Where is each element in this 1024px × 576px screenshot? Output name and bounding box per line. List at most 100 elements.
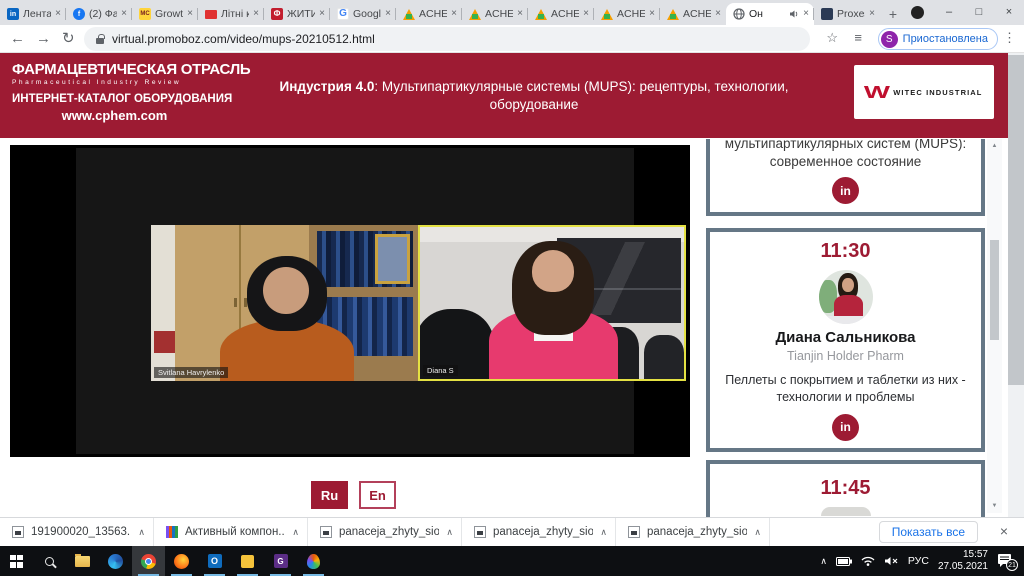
tab-close-icon[interactable]: × (869, 9, 875, 19)
chair (644, 335, 684, 379)
tab-close-icon[interactable]: × (55, 9, 61, 19)
scrollbar-thumb[interactable] (990, 240, 999, 340)
scroll-down-arrow-icon[interactable]: ▼ (987, 503, 1002, 509)
download-item[interactable]: panaceja_zhyty_sio....jpg ∧ (462, 518, 616, 546)
taskbar-clock[interactable]: 15:57 27.05.2021 (938, 549, 988, 574)
bookmark-star-icon[interactable]: ☆ (826, 30, 838, 46)
tab-close-icon[interactable]: × (715, 9, 721, 19)
sidebar-scrollbar[interactable]: ▲ ▼ (987, 139, 1002, 513)
download-menu-chevron-icon[interactable]: ∧ (754, 527, 761, 538)
outlook-button[interactable]: O (198, 546, 231, 576)
tab-close-icon[interactable]: × (649, 9, 655, 19)
participant-face (532, 250, 574, 293)
tab-lenta[interactable]: in Лента | × (0, 3, 66, 25)
download-item[interactable]: panaceja_zhyty_sio....jpg ∧ (616, 518, 770, 546)
tab-close-icon[interactable]: × (517, 9, 523, 19)
site-url[interactable]: www.cphem.com (12, 108, 217, 123)
reading-list-icon[interactable]: ≡ (854, 30, 862, 45)
window-close-button[interactable]: × (994, 0, 1024, 24)
profile-status: Приостановлена (903, 33, 988, 45)
firefox-button[interactable] (165, 546, 198, 576)
new-tab-button[interactable]: + (880, 3, 906, 25)
notes-app-button[interactable] (231, 546, 264, 576)
reload-button[interactable]: ↻ (62, 29, 75, 49)
show-all-downloads-button[interactable]: Показать все (879, 521, 978, 543)
purple-app-button[interactable]: G (264, 546, 297, 576)
tab-achema-3[interactable]: ACHEM × (528, 3, 594, 25)
tab-close-icon[interactable]: × (187, 9, 193, 19)
start-button[interactable] (0, 546, 33, 576)
linkedin-icon[interactable]: in (832, 414, 859, 441)
keyboard-language[interactable]: РУС (908, 555, 929, 567)
pharma-f-favicon: Ф (271, 8, 283, 20)
scroll-up-arrow-icon[interactable]: ▲ (987, 143, 1002, 149)
tab-achema-2[interactable]: ACHEM × (462, 3, 528, 25)
downloads-bar-close-icon[interactable]: × (1000, 523, 1008, 539)
tab-audio-icon[interactable] (789, 9, 799, 19)
tab-google[interactable]: G Google × (330, 3, 396, 25)
download-menu-chevron-icon[interactable]: ∧ (446, 527, 453, 538)
tab-growth[interactable]: MC Growth × (132, 3, 198, 25)
tab-achema-4[interactable]: ACHEM × (594, 3, 660, 25)
tab-close-icon[interactable]: × (803, 9, 809, 19)
address-bar[interactable]: virtual.promoboz.com/video/mups-20210512… (84, 27, 810, 51)
tab-close-icon[interactable]: × (121, 9, 127, 19)
file-explorer-button[interactable] (66, 546, 99, 576)
avatar-top (834, 295, 863, 318)
volume-muted-icon[interactable] (884, 556, 899, 566)
video-player[interactable]: Svitlana Havrylenko Diana S (10, 145, 690, 457)
image-file-icon (628, 526, 640, 538)
download-item[interactable]: Активный компон....zip ∧ (154, 518, 308, 546)
tab-close-icon[interactable]: × (319, 9, 325, 19)
window-minimize-button[interactable]: – (934, 0, 964, 24)
extension-icon[interactable] (911, 6, 924, 19)
taskbar-search-button[interactable] (33, 546, 66, 576)
speaker-name: Диана Сальникова (710, 329, 981, 346)
download-menu-chevron-icon[interactable]: ∧ (138, 527, 145, 538)
tab-zhyty[interactable]: Ф ЖИТИ × (264, 3, 330, 25)
hidden-icons-chevron-icon[interactable]: ∧ (820, 556, 827, 567)
language-en-button[interactable]: En (359, 481, 396, 509)
achema-favicon (667, 9, 679, 20)
edge-icon (108, 554, 123, 569)
talk-title-line1: мультипартикулярных систем (MUPS): (710, 139, 981, 153)
tab-proxes[interactable]: Proxes × (814, 3, 880, 25)
achema-favicon (535, 9, 547, 20)
linkedin-icon[interactable]: in (832, 177, 859, 204)
download-menu-chevron-icon[interactable]: ∧ (292, 527, 299, 538)
chrome-button-active[interactable] (132, 546, 165, 576)
profile-chip[interactable]: S Приостановлена (878, 28, 998, 50)
paint-app-button[interactable] (297, 546, 330, 576)
tab-achema-5[interactable]: ACHEM × (660, 3, 726, 25)
video-feed-right-active-speaker: Diana S (418, 225, 686, 381)
witec-logo[interactable]: W WITEC INDUSTRIAL (854, 65, 994, 119)
tab-close-icon[interactable]: × (451, 9, 457, 19)
notification-center-button[interactable]: 21 (997, 553, 1014, 569)
tab-close-icon[interactable]: × (385, 9, 391, 19)
tab-litni[interactable]: Літні ка × (198, 3, 264, 25)
tab-close-icon[interactable]: × (583, 9, 589, 19)
battery-icon[interactable] (836, 557, 852, 566)
tab-webinar-active[interactable]: Он × (726, 3, 814, 25)
forward-button[interactable]: → (36, 29, 51, 49)
logo-title: ФАРМАЦЕВТИЧЕСКАЯ ОТРАСЛЬ (12, 61, 217, 78)
tab-close-icon[interactable]: × (253, 9, 259, 19)
image-file-icon (12, 526, 24, 538)
downloads-bar: 191900020_13563....jpg ∧ Активный компон… (0, 517, 1024, 546)
speaker-company: Tianjin Holder Pharm (710, 349, 981, 363)
tab-achema-1[interactable]: ACHEM × (396, 3, 462, 25)
download-menu-chevron-icon[interactable]: ∧ (600, 527, 607, 538)
edge-button[interactable] (99, 546, 132, 576)
back-button[interactable]: ← (10, 29, 25, 49)
download-item[interactable]: 191900020_13563....jpg ∧ (0, 518, 154, 546)
browser-menu-icon[interactable]: ⋮ (1003, 30, 1016, 46)
tab-facebook[interactable]: f (2) Фар × (66, 3, 132, 25)
scrollbar-thumb[interactable] (1008, 55, 1024, 385)
download-item[interactable]: panaceja_zhyty_sio....jpg ∧ (308, 518, 462, 546)
language-ru-button[interactable]: Ru (311, 481, 348, 509)
site-logo[interactable]: ФАРМАЦЕВТИЧЕСКАЯ ОТРАСЛЬ Pharmaceutical … (12, 61, 217, 123)
window-maximize-button[interactable]: □ (964, 0, 994, 24)
page-scrollbar[interactable] (1008, 53, 1024, 517)
firefox-icon (174, 554, 189, 569)
wifi-icon[interactable] (861, 556, 875, 566)
